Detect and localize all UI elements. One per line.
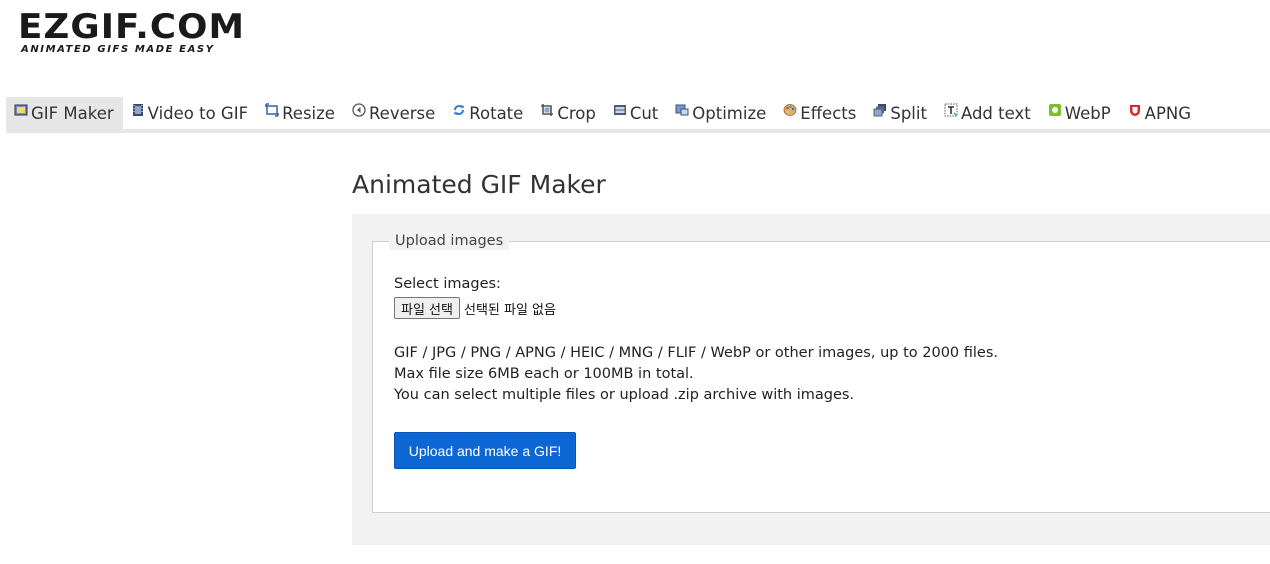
split-icon — [873, 103, 887, 117]
nav-label: Cut — [629, 103, 659, 123]
upload-info: GIF / JPG / PNG / APNG / HEIC / MNG / FL… — [394, 343, 998, 406]
nav-item-crop[interactable]: Crop — [532, 97, 605, 129]
palette-icon — [783, 103, 797, 117]
nav-label: Optimize — [692, 103, 767, 123]
upload-legend: Upload images — [389, 232, 510, 250]
site-logo[interactable]: EZGIF.COM ANIMATED GIFS MADE EASY — [18, 10, 248, 55]
nav-label: Add text — [960, 103, 1031, 123]
nav-item-video-to-gif[interactable]: Video to GIF — [123, 97, 257, 129]
nav-item-apng[interactable]: APNG — [1120, 97, 1200, 129]
apng-icon — [1128, 103, 1142, 117]
file-input[interactable]: 파일 선택 선택된 파일 없음 — [394, 297, 556, 319]
upload-fieldset: Upload images Select images: 파일 선택 선택된 파… — [372, 232, 1270, 513]
reverse-icon — [352, 103, 366, 117]
nav-item-split[interactable]: Split — [865, 97, 936, 129]
rotate-icon — [452, 103, 466, 117]
page-title: Animated GIF Maker — [352, 170, 606, 199]
webp-icon — [1048, 103, 1062, 117]
nav-label: Video to GIF — [147, 103, 249, 123]
main-nav: GIF Maker Video to GIF Resize Reverse Ro… — [6, 97, 1270, 133]
nav-label: WebP — [1064, 103, 1111, 123]
nav-item-cut[interactable]: Cut — [605, 97, 667, 129]
nav-item-effects[interactable]: Effects — [775, 97, 865, 129]
file-status-text: 선택된 파일 없음 — [463, 302, 556, 318]
optimize-icon — [675, 103, 689, 117]
logo-text: EZGIF.COM — [18, 7, 246, 47]
nav-item-rotate[interactable]: Rotate — [444, 97, 532, 129]
nav-label: Reverse — [368, 103, 436, 123]
resize-icon — [265, 103, 279, 117]
cut-icon — [613, 103, 627, 117]
nav-label: Crop — [557, 103, 596, 123]
select-images-label: Select images: — [394, 276, 501, 292]
gif-maker-icon — [14, 103, 28, 117]
crop-icon — [540, 103, 554, 117]
nav-label: Resize — [282, 103, 335, 123]
nav-item-add-text[interactable]: Add text — [936, 97, 1040, 129]
nav-item-gif-maker[interactable]: GIF Maker — [6, 97, 123, 129]
nav-item-webp[interactable]: WebP — [1040, 97, 1120, 129]
film-icon — [131, 103, 145, 117]
nav-label: Split — [890, 103, 927, 123]
nav-item-reverse[interactable]: Reverse — [344, 97, 444, 129]
nav-label: GIF Maker — [31, 103, 114, 123]
choose-file-button[interactable]: 파일 선택 — [394, 297, 460, 319]
nav-label: APNG — [1144, 103, 1192, 123]
add-text-icon — [944, 103, 958, 117]
nav-item-optimize[interactable]: Optimize — [667, 97, 775, 129]
nav-label: Effects — [800, 103, 857, 123]
info-line-multiple: You can select multiple files or upload … — [394, 387, 855, 403]
nav-item-resize[interactable]: Resize — [257, 97, 344, 129]
upload-submit-button[interactable]: Upload and make a GIF! — [394, 432, 576, 469]
nav-label: Rotate — [469, 103, 524, 123]
info-line-size: Max file size 6MB each or 100MB in total… — [394, 366, 694, 382]
info-line-formats: GIF / JPG / PNG / APNG / HEIC / MNG / FL… — [394, 345, 999, 361]
upload-panel: Upload images Select images: 파일 선택 선택된 파… — [352, 214, 1270, 545]
